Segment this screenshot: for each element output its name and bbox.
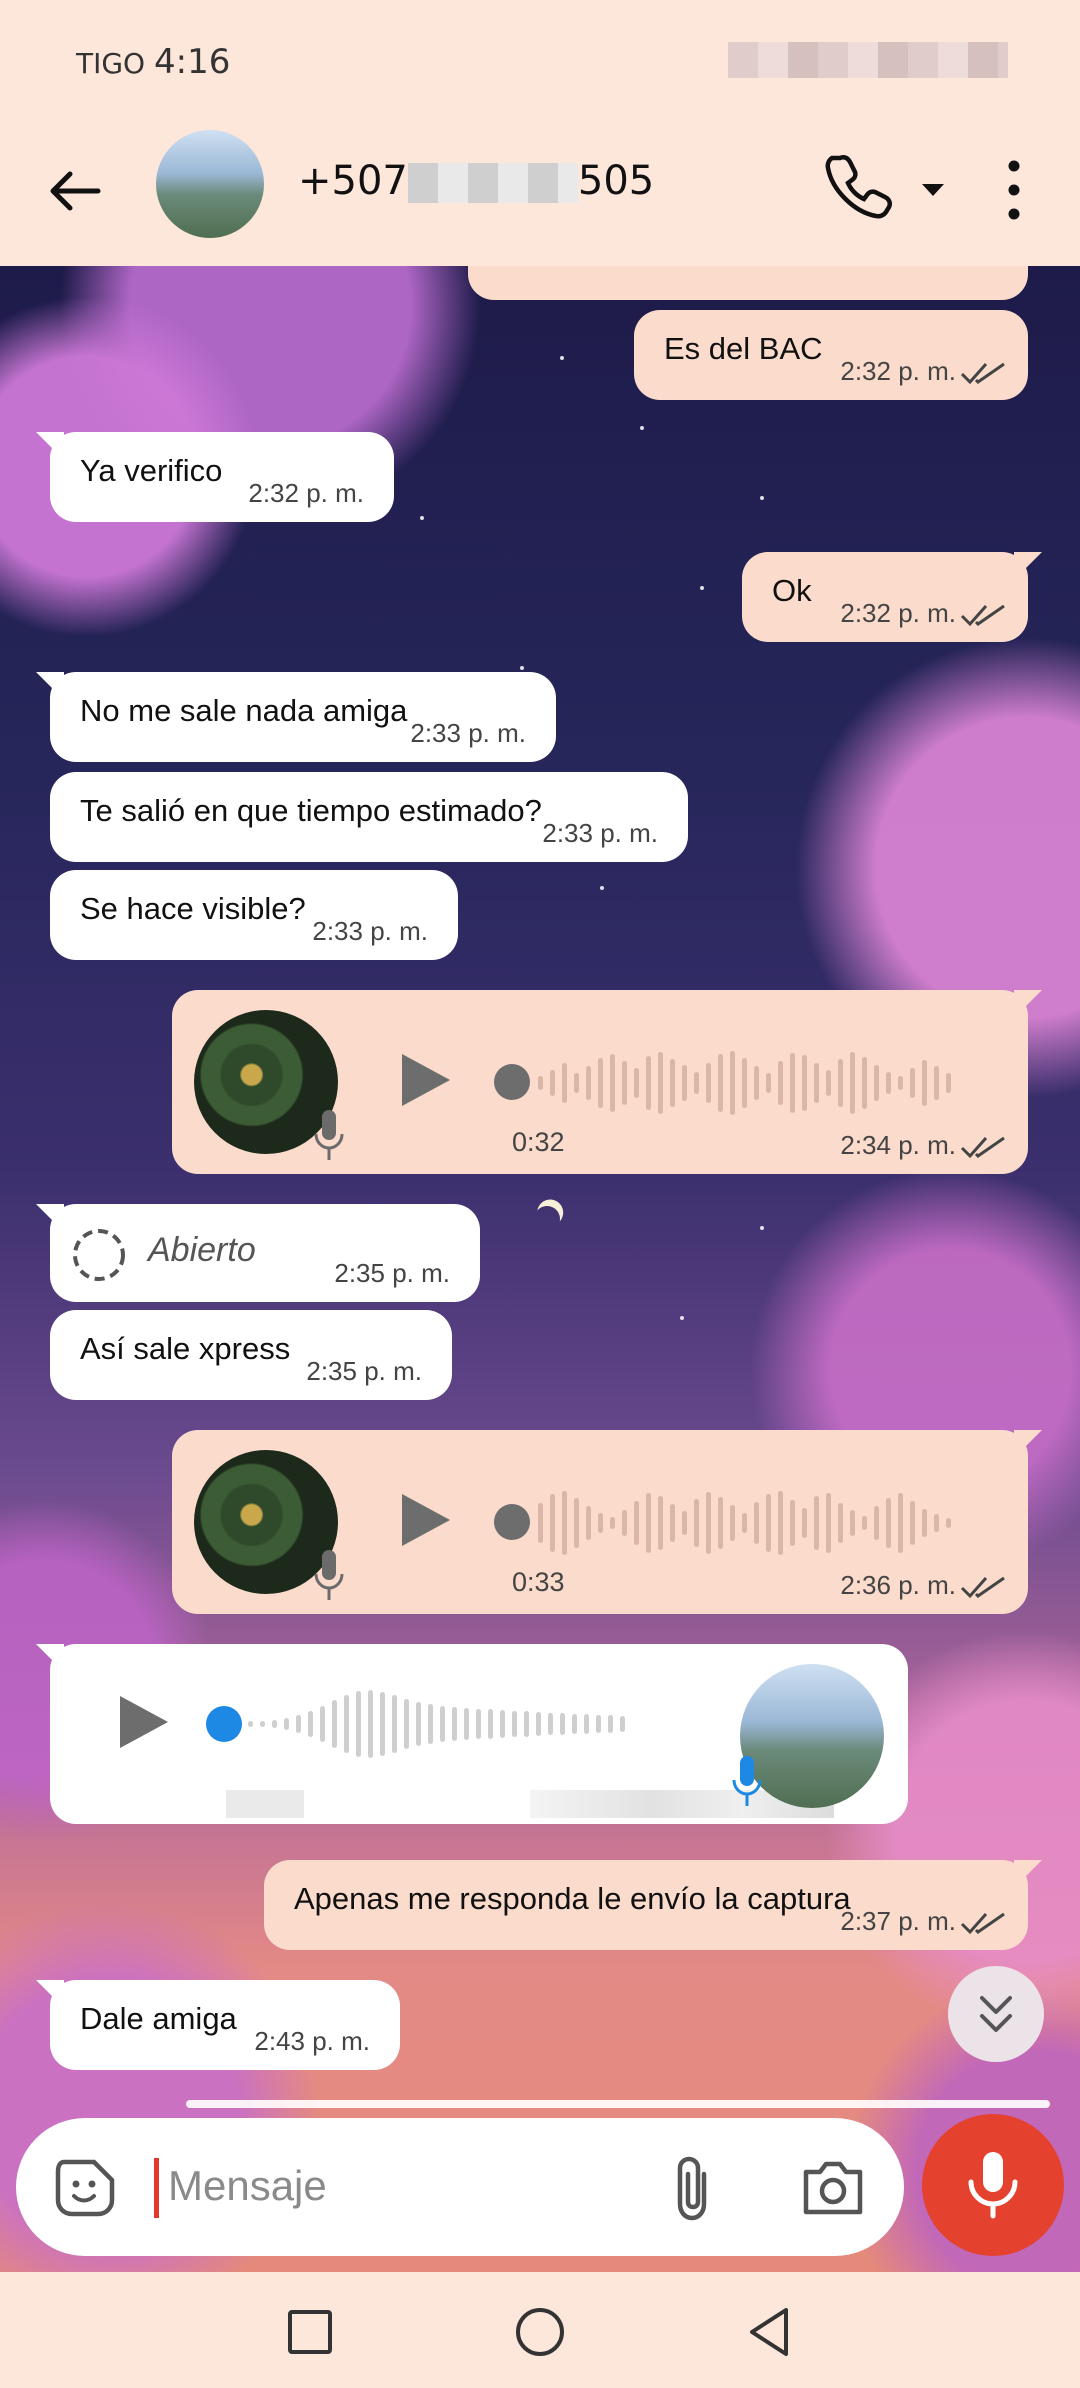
contact-name[interactable]: +507 505 <box>298 158 654 204</box>
nav-back-icon[interactable] <box>744 2306 796 2358</box>
message-text: Es del BAC <box>664 331 823 366</box>
message-time: 2:33 p. m. <box>312 916 428 947</box>
double-check-icon <box>960 1136 1005 1159</box>
mic-icon <box>314 1550 344 1600</box>
message-time: 2:36 p. m. <box>840 1570 956 1601</box>
message-bubble[interactable]: Se hace visible? 2:33 p. m. <box>50 870 458 960</box>
message-time: 2:33 p. m. <box>410 718 526 749</box>
voice-progress-dot[interactable] <box>206 1706 242 1742</box>
contact-avatar[interactable] <box>156 130 264 238</box>
message-time: 2:35 p. m. <box>306 1356 422 1387</box>
message-input[interactable]: Mensaje <box>168 2162 327 2210</box>
partial-bubble-edge <box>186 2100 1050 2108</box>
clock: 4:16 <box>154 42 231 82</box>
voice-progress-dot[interactable] <box>494 1504 530 1540</box>
voice-message-bubble[interactable]: 0:32 2:34 p. m. <box>172 990 1042 1174</box>
record-voice-button[interactable] <box>922 2114 1064 2256</box>
message-text: Dale amiga <box>80 2001 237 2036</box>
message-time: 2:37 p. m. <box>840 1906 956 1937</box>
play-icon[interactable] <box>394 1490 454 1550</box>
message-time: 2:33 p. m. <box>542 818 658 849</box>
message-time: 2:34 p. m. <box>840 1130 956 1161</box>
nav-recents-icon[interactable] <box>288 2310 332 2354</box>
message-time: 2:43 p. m. <box>254 2026 370 2057</box>
scroll-to-bottom-button[interactable] <box>948 1966 1044 2062</box>
message-bubble-partial[interactable] <box>468 266 1028 300</box>
nav-home-icon[interactable] <box>516 2308 564 2356</box>
carrier-time: TIGO 4:16 <box>76 42 230 82</box>
phone-icon[interactable] <box>824 150 894 220</box>
message-text: Ok <box>772 573 812 608</box>
mic-icon <box>732 1756 762 1806</box>
double-check-icon <box>960 1912 1005 1935</box>
message-time: 2:35 p. m. <box>334 1258 450 1289</box>
message-bubble[interactable]: Ok 2:32 p. m. <box>742 552 1042 642</box>
text-caret <box>154 2158 159 2218</box>
voice-duration: 0:33 <box>512 1567 565 1597</box>
carrier-label: TIGO <box>76 47 146 80</box>
play-icon[interactable] <box>394 1050 454 1110</box>
voice-message-bubble[interactable]: 0:33 2:36 p. m. <box>172 1430 1042 1614</box>
chat-background[interactable]: Es del BAC 2:32 p. m. Ya verifico 2:32 p… <box>0 266 1080 2272</box>
message-bubble[interactable]: Ya verifico 2:32 p. m. <box>36 432 394 522</box>
voice-message-bubble-incoming[interactable] <box>36 1644 908 1824</box>
message-time: 2:32 p. m. <box>248 478 364 509</box>
message-text: Apenas me responda le envío la captura <box>294 1881 851 1916</box>
double-check-icon <box>960 604 1005 627</box>
view-once-icon <box>73 1229 125 1281</box>
contact-number-redacted <box>407 163 578 203</box>
voice-progress-dot[interactable] <box>494 1064 530 1100</box>
voice-duration-redacted <box>226 1790 304 1818</box>
double-check-icon <box>960 362 1005 385</box>
moon-decoration <box>529 1201 565 1237</box>
double-check-icon <box>960 1576 1005 1599</box>
camera-icon[interactable] <box>800 2156 866 2218</box>
caret-down-icon[interactable] <box>918 174 948 204</box>
play-icon[interactable] <box>112 1692 172 1752</box>
mic-icon <box>314 1110 344 1160</box>
chat-header: +507 505 <box>0 120 1080 266</box>
view-once-status: Abierto <box>148 1231 256 1269</box>
message-bubble[interactable]: Dale amiga 2:43 p. m. <box>36 1980 400 2070</box>
message-composer[interactable]: Mensaje <box>16 2118 904 2256</box>
system-nav-bar <box>0 2272 1080 2388</box>
contact-suffix: 505 <box>577 158 655 204</box>
voice-waveform[interactable] <box>538 1488 951 1558</box>
message-bubble[interactable]: Te salió en que tiempo estimado? 2:33 p.… <box>50 772 688 862</box>
mic-icon <box>968 2152 1018 2219</box>
status-icons-redacted <box>728 42 1008 78</box>
message-text: Te salió en que tiempo estimado? <box>80 793 542 828</box>
message-bubble[interactable]: No me sale nada amiga 2:33 p. m. <box>36 672 556 762</box>
chevrons-down-icon <box>980 1996 1012 2032</box>
message-bubble[interactable]: Apenas me responda le envío la captura 2… <box>264 1860 1042 1950</box>
back-arrow-icon[interactable] <box>40 156 110 226</box>
sticker-icon[interactable] <box>54 2156 118 2220</box>
message-text: Ya verifico <box>80 453 223 488</box>
message-text: No me sale nada amiga <box>80 693 408 728</box>
view-once-bubble[interactable]: Abierto 2:35 p. m. <box>36 1204 480 1302</box>
contact-prefix: +507 <box>298 158 408 204</box>
voice-duration: 0:32 <box>512 1127 565 1157</box>
voice-waveform[interactable] <box>248 1688 625 1760</box>
paperclip-icon[interactable] <box>666 2154 726 2224</box>
status-bar: TIGO 4:16 <box>0 0 1080 120</box>
voice-waveform[interactable] <box>538 1048 951 1118</box>
message-bubble[interactable]: Es del BAC 2:32 p. m. <box>634 310 1028 400</box>
message-text: Así sale xpress <box>80 1331 291 1366</box>
message-time: 2:32 p. m. <box>840 598 956 629</box>
message-time: 2:32 p. m. <box>840 356 956 387</box>
more-vert-icon[interactable] <box>996 150 1032 230</box>
message-text: Se hace visible? <box>80 891 306 926</box>
message-bubble[interactable]: Así sale xpress 2:35 p. m. <box>50 1310 452 1400</box>
